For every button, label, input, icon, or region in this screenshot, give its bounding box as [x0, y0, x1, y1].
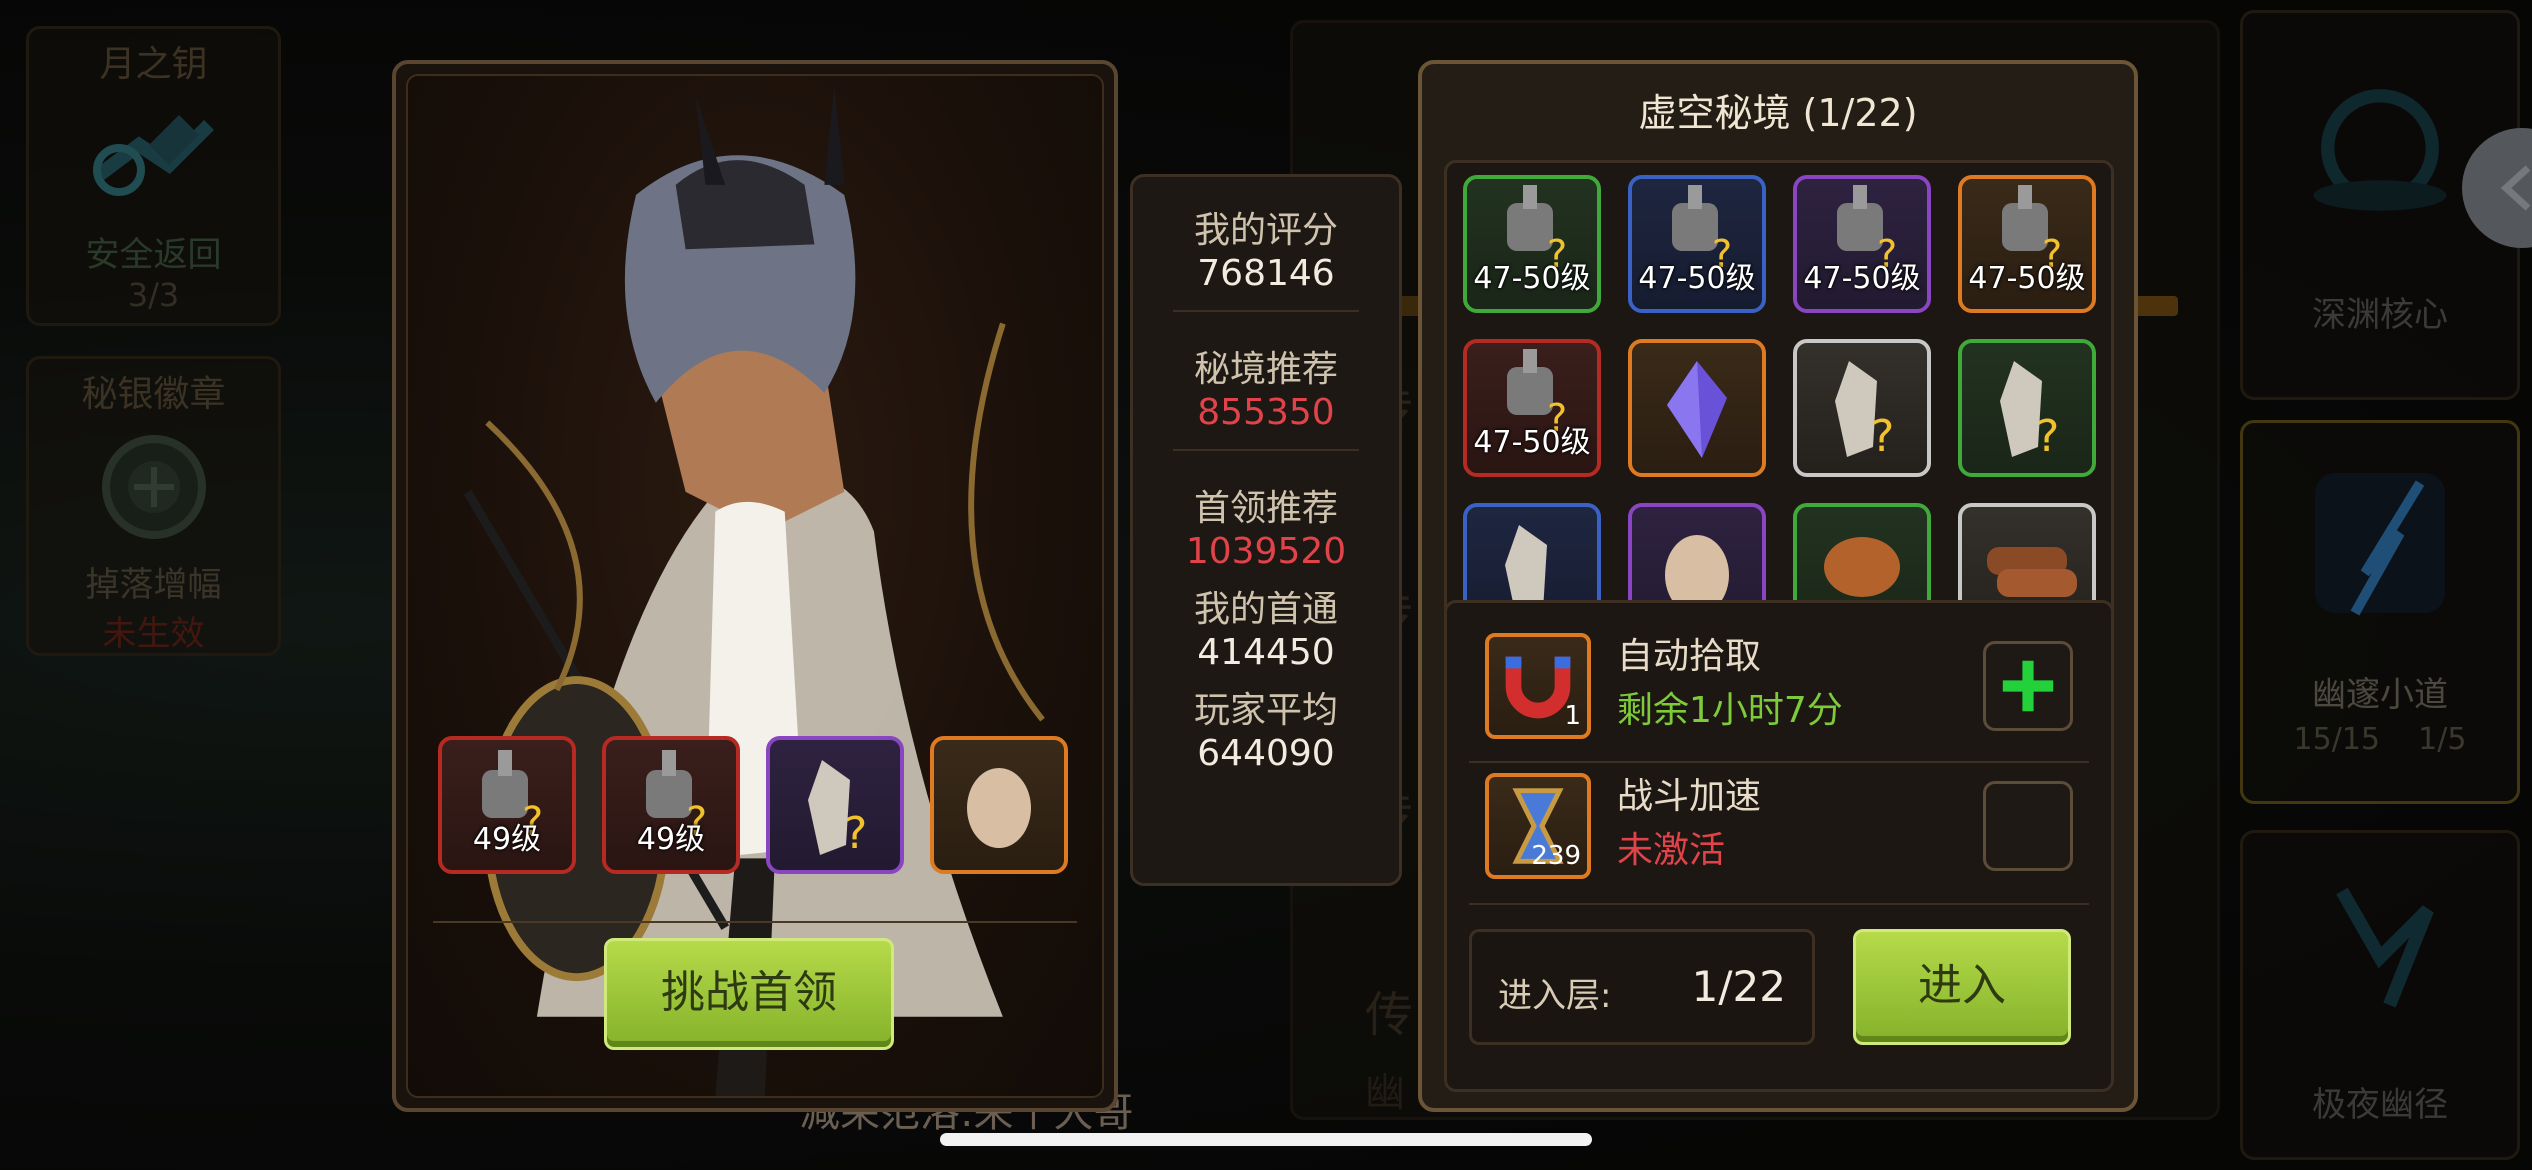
plus-icon: [2002, 660, 2054, 712]
loot-item[interactable]: [930, 736, 1068, 874]
my-first-label: 我的首通: [1193, 589, 1338, 630]
realm-rec-label: 秘境推荐: [1193, 349, 1338, 390]
score-stats-panel: 我的评分 768146 秘境推荐 855350 首领推荐 1039520 我的首…: [1130, 174, 1402, 886]
realm-loot-grid[interactable]: ? 47-50级 ? 47-50级 ? 47-50级 ? 47-50级 ? 47…: [1444, 160, 2114, 636]
options-box: 1 自动拾取 剩余1小时7分 239 战斗加速 未激活 进入层: 1/22 进入: [1444, 600, 2114, 1092]
grid-level: 47-50级: [1473, 261, 1591, 296]
auto-pickup-item[interactable]: 1: [1485, 633, 1591, 739]
my-score-label: 我的评分: [1193, 210, 1338, 251]
player-avg-value: 644090: [1197, 733, 1335, 774]
boss-rec-value: 1039520: [1185, 531, 1347, 572]
grid-item[interactable]: ? 47-50级: [1463, 175, 1601, 313]
boss-panel-inner: ? 49级 ? 49级 ? 挑战首领: [406, 74, 1104, 1098]
floor-value: 1/22: [1691, 962, 1786, 1011]
boss-panel: ? 49级 ? 49级 ? 挑战首领: [392, 60, 1118, 1112]
challenge-boss-button[interactable]: 挑战首领: [604, 938, 894, 1050]
realm-panel: 虚空秘境 (1/22) ? 47-50级 ? 47-50级 ? 47-50级 ?…: [1418, 60, 2138, 1112]
grid-level: 47-50级: [1473, 425, 1591, 460]
divider: [1469, 903, 2089, 905]
floor-selector[interactable]: 进入层: 1/22: [1469, 929, 1815, 1045]
crystal-mystery-icon: ?: [1835, 361, 1894, 462]
auto-pickup-count: 1: [1564, 701, 1581, 731]
crystal-mystery-icon: ?: [808, 760, 867, 859]
battle-speed-item[interactable]: 239: [1485, 773, 1591, 879]
loot-level: 49级: [472, 822, 542, 857]
divider: [433, 921, 1077, 923]
add-auto-pickup-button[interactable]: [1983, 641, 2073, 731]
battle-speed-status: 未激活: [1617, 830, 1726, 871]
grid-item[interactable]: ? 47-50级: [1793, 175, 1931, 313]
grid-item[interactable]: ?: [1793, 339, 1931, 477]
grid-item[interactable]: ?: [1958, 339, 2096, 477]
grid-item[interactable]: [1628, 339, 1766, 477]
grid-level: 47-50级: [1968, 261, 2086, 296]
svg-text:?: ?: [844, 808, 867, 859]
floor-label: 进入层:: [1498, 976, 1612, 1016]
realm-rec-value: 855350: [1197, 392, 1335, 433]
purple-gem-icon: [1667, 361, 1727, 458]
home-indicator[interactable]: [940, 1133, 1592, 1146]
realm-title: 虚空秘境 (1/22): [1638, 91, 1918, 135]
auto-pickup-name: 自动拾取: [1617, 636, 1762, 677]
my-first-value: 414450: [1197, 632, 1335, 673]
boss-loot-row: ? 49级 ? 49级 ?: [438, 736, 1088, 874]
egg-icon: [967, 768, 1031, 848]
auto-pickup-remaining: 剩余1小时7分: [1617, 690, 1843, 731]
battle-speed-count: 239: [1531, 841, 1581, 871]
loot-level: 49级: [636, 822, 706, 857]
divider: [1173, 449, 1359, 451]
enter-button[interactable]: 进入: [1853, 929, 2071, 1045]
grid-level: 47-50级: [1638, 261, 1756, 296]
player-avg-label: 玩家平均: [1193, 690, 1338, 731]
divider: [1173, 310, 1359, 312]
loot-item[interactable]: ? 49级: [438, 736, 576, 874]
svg-text:?: ?: [1871, 411, 1894, 462]
battle-speed-checkbox[interactable]: [1983, 781, 2073, 871]
grid-level: 47-50级: [1803, 261, 1921, 296]
battle-speed-name: 战斗加速: [1617, 776, 1762, 817]
loot-item[interactable]: ?: [766, 736, 904, 874]
my-score-value: 768146: [1197, 253, 1335, 294]
boss-rec-label: 首领推荐: [1193, 488, 1338, 529]
loot-item[interactable]: ? 49级: [602, 736, 740, 874]
grid-item[interactable]: ? 47-50级: [1958, 175, 2096, 313]
divider: [1469, 761, 2089, 763]
svg-text:?: ?: [2036, 411, 2059, 462]
grid-item[interactable]: ? 47-50级: [1628, 175, 1766, 313]
grid-item[interactable]: ? 47-50级: [1463, 339, 1601, 477]
crystal-mystery-icon: ?: [2000, 361, 2059, 462]
